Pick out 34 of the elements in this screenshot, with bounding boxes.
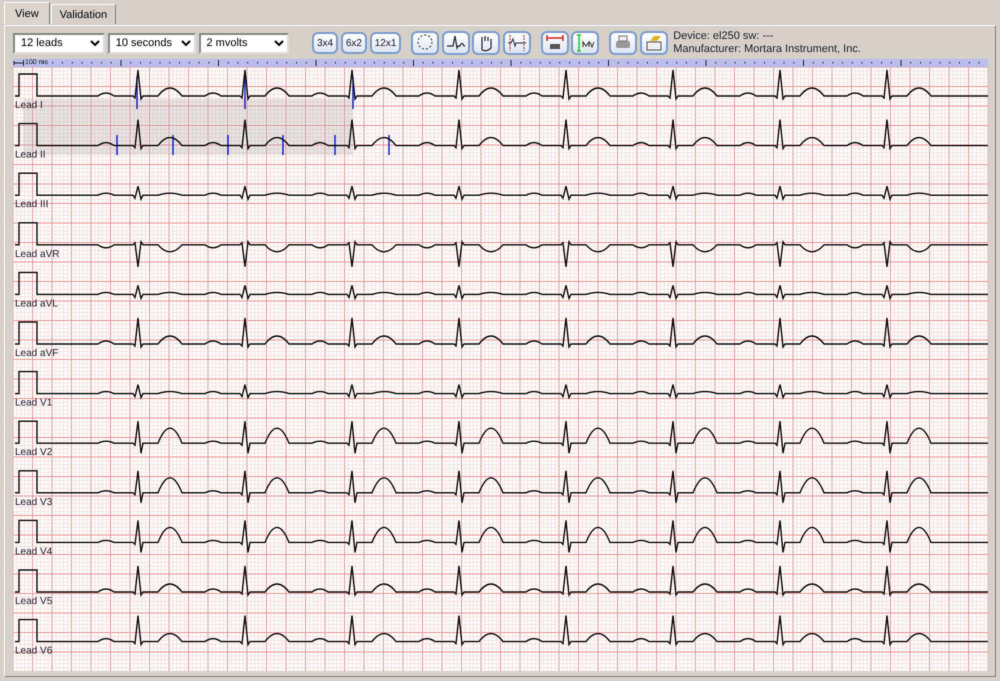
lead-label: Lead aVR <box>15 248 60 260</box>
lead-label: Lead V4 <box>15 546 52 558</box>
waveform-button[interactable] <box>442 31 470 55</box>
lead-label: Lead V3 <box>15 496 52 508</box>
lead-label: Lead aVL <box>15 298 58 310</box>
caliper-button[interactable] <box>503 31 532 55</box>
layout-button[interactable]: 12x1 <box>370 32 402 54</box>
voltage-measure-icon <box>575 33 596 53</box>
export-icon <box>644 33 664 53</box>
lead-label: Lead I <box>15 100 43 111</box>
dropdown[interactable]: 2 mvolts <box>198 32 288 54</box>
device-info: Device: el250 sw: --- <box>673 30 774 43</box>
lead-label: Lead V1 <box>15 398 52 409</box>
tab[interactable]: Validation <box>50 4 116 24</box>
lead-label: Lead V5 <box>15 596 52 607</box>
zoom-area-button[interactable] <box>410 31 439 55</box>
layout-button[interactable]: 6x2 <box>340 32 367 54</box>
layout-button[interactable]: 3x4 <box>312 32 338 54</box>
lead-label: Lead V2 <box>15 447 52 458</box>
lead-label: Lead II <box>15 150 46 161</box>
hand-button[interactable] <box>472 31 500 55</box>
waveform-icon <box>446 33 466 53</box>
dropdown[interactable]: 10 seconds <box>108 32 196 54</box>
export-button[interactable] <box>640 31 668 55</box>
caliper-icon <box>507 33 528 53</box>
dropdown[interactable]: 12 leads <box>13 32 105 54</box>
tab[interactable]: View <box>4 2 50 24</box>
time-measure-button[interactable] <box>540 31 569 55</box>
printer-button[interactable] <box>608 31 637 55</box>
manufacturer-info: Manufacturer: Mortara Instrument, Inc. <box>673 43 861 56</box>
lead-label: Lead V6 <box>15 646 52 657</box>
lead-label: Lead aVF <box>15 348 58 359</box>
lead-label: Lead III <box>15 199 48 210</box>
voltage-measure-button[interactable] <box>571 31 600 55</box>
